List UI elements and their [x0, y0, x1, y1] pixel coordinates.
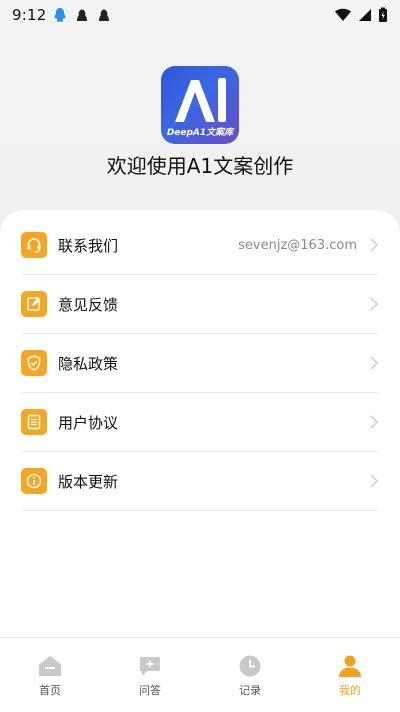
tab-records-label: 记录 [239, 684, 261, 697]
cell-signal-icon [359, 9, 371, 21]
user-icon [339, 655, 361, 677]
status-bar: 9:12 [0, 0, 400, 30]
tab-qa-label: 问答 [139, 684, 161, 697]
tab-records[interactable]: 记录 [200, 638, 300, 712]
logo-text: DeepA1文案库 [166, 128, 234, 138]
menu-label-contact: 联系我们 [58, 236, 119, 255]
tab-home[interactable]: 首页 [0, 638, 100, 712]
menu-label-update: 版本更新 [58, 472, 119, 491]
headset-icon [21, 232, 47, 258]
menu-item-agreement[interactable]: 用户协议 [21, 393, 379, 452]
chevron-right-icon [370, 415, 378, 429]
menu-item-update[interactable]: 版本更新 [21, 452, 379, 511]
document-icon [21, 409, 47, 435]
menu-item-privacy[interactable]: 隐私政策 [21, 334, 379, 393]
edit-icon [21, 291, 47, 317]
status-time: 9:12 [12, 6, 47, 24]
menu-item-feedback[interactable]: 意见反馈 [21, 275, 379, 334]
clock-icon [239, 655, 261, 677]
wifi-icon [335, 8, 351, 21]
battery-icon [379, 7, 387, 22]
menu-label-agreement: 用户协议 [58, 413, 119, 432]
menu-card: 联系我们 sevenjz@163.com 意见反馈 隐私政策 用户协议 版本更新 [0, 210, 400, 640]
tab-home-label: 首页 [39, 684, 61, 697]
app-logo: DeepA1文案库 [161, 66, 239, 144]
chevron-right-icon [370, 356, 378, 370]
chevron-right-icon [370, 238, 378, 252]
chevron-right-icon [370, 297, 378, 311]
settings-menu: 联系我们 sevenjz@163.com 意见反馈 隐私政策 用户协议 版本更新 [0, 210, 400, 511]
qq-notification-icon [54, 8, 67, 22]
notification-icon-3 [99, 9, 110, 21]
menu-item-contact[interactable]: 联系我们 sevenjz@163.com [21, 216, 379, 275]
contact-email: sevenjz@163.com [238, 237, 357, 253]
info-icon [21, 468, 47, 494]
notification-icon-2 [77, 9, 88, 21]
menu-label-privacy: 隐私政策 [58, 354, 119, 373]
shield-check-icon [21, 350, 47, 376]
welcome-title: 欢迎使用A1文案创作 [106, 154, 294, 178]
tab-mine-label: 我的 [339, 684, 361, 697]
home-icon [39, 656, 61, 676]
tab-mine[interactable]: 我的 [300, 638, 400, 712]
bottom-tab-bar: 首页 问答 记录 我的 [0, 637, 400, 712]
tab-qa[interactable]: 问答 [100, 638, 200, 712]
menu-label-feedback: 意见反馈 [58, 295, 119, 314]
chat-plus-icon [140, 657, 160, 676]
chevron-right-icon [370, 474, 378, 488]
